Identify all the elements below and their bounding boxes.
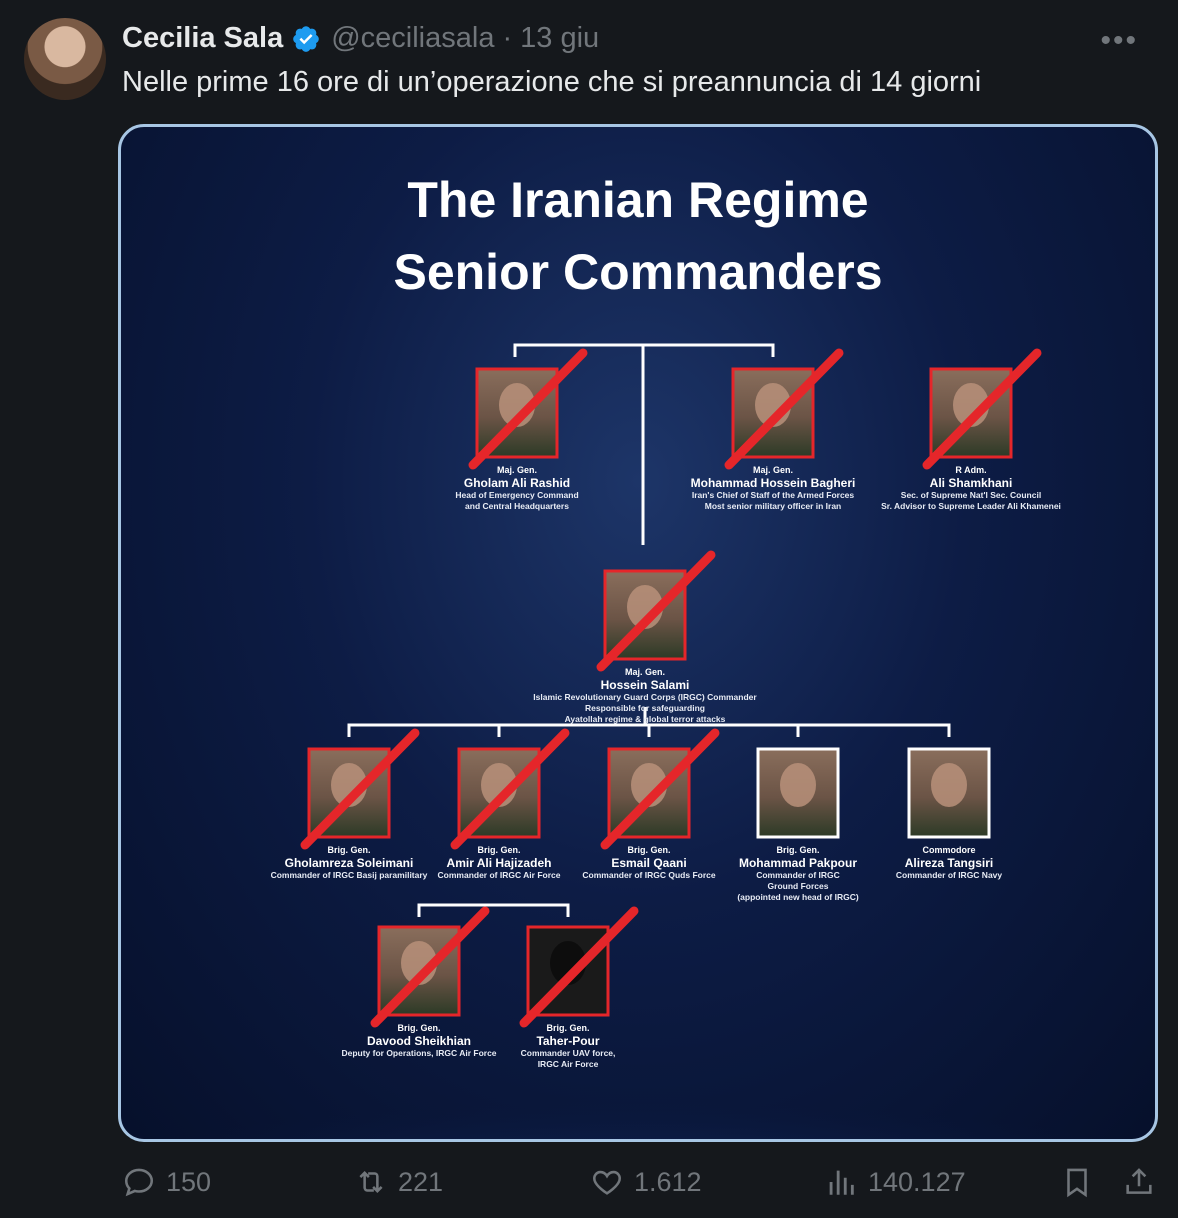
like-count: 1.612 <box>634 1166 702 1197</box>
commander-node: Brig. Gen.Gholamreza SoleimaniCommander … <box>271 728 428 880</box>
verified-icon <box>293 25 320 52</box>
commander-node: Brig. Gen.Esmail QaaniCommander of IRGC … <box>582 728 720 880</box>
reply-count: 150 <box>166 1166 212 1197</box>
commander-name: Mohammad Hossein Bagheri <box>691 476 856 490</box>
like-button[interactable]: 1.612 <box>590 1165 702 1199</box>
commander-name: Gholam Ali Rashid <box>464 476 570 490</box>
reply-button[interactable]: 150 <box>122 1165 211 1199</box>
commander-description: Islamic Revolutionary Guard Corps (IRGC)… <box>533 692 757 702</box>
tweet-date[interactable]: 13 giu <box>520 22 599 55</box>
commander-description: Commander UAV force, <box>521 1048 616 1058</box>
commander-name: Mohammad Pakpour <box>739 856 857 870</box>
commander-description: and Central Headquarters <box>465 501 569 511</box>
commander-rank: Maj. Gen. <box>753 465 793 475</box>
like-icon <box>593 1170 621 1195</box>
tweet-header: Cecilia Sala @ceciliasala · 13 giu <box>122 22 599 55</box>
bookmark-button[interactable] <box>1060 1165 1104 1199</box>
avatar[interactable] <box>24 18 106 100</box>
commander-node: Maj. Gen.Mohammad Hossein BagheriIran's … <box>691 348 856 511</box>
commander-node: Brig. Gen.Amir Ali HajizadehCommander of… <box>438 728 570 880</box>
commander-name: Davood Sheikhian <box>367 1034 471 1048</box>
views-count: 140.127 <box>868 1166 966 1197</box>
commander-node: Maj. Gen.Gholam Ali RashidHead of Emerge… <box>455 348 588 511</box>
chart-title-line1: The Iranian Regime <box>407 172 868 228</box>
commander-description: Commander of IRGC Navy <box>896 870 1003 880</box>
commander-description: Ground Forces <box>768 881 829 891</box>
commander-description: Sec. of Supreme Nat'l Sec. Council <box>901 490 1041 500</box>
photo-face <box>780 763 816 807</box>
photo-face <box>931 763 967 807</box>
commander-description: IRGC Air Force <box>538 1059 599 1069</box>
commander-name: Esmail Qaani <box>611 856 686 870</box>
commander-description: Commander of IRGC Quds Force <box>582 870 715 880</box>
commander-description: (appointed new head of IRGC) <box>737 892 859 902</box>
reply-icon <box>124 1168 154 1197</box>
tweet-actions: 150 221 1.612 140.127 <box>0 1165 1178 1209</box>
commander-description: Responsible for safeguarding <box>585 703 705 713</box>
views-button[interactable]: 140.127 <box>824 1165 966 1199</box>
commander-node: CommodoreAlireza TangsiriCommander of IR… <box>896 747 1003 880</box>
separator-dot: · <box>502 22 513 54</box>
commander-rank: Brig. Gen. <box>397 1023 440 1033</box>
commander-description: Commander of IRGC Basij paramilitary <box>271 870 428 880</box>
author-name[interactable]: Cecilia Sala <box>122 22 283 55</box>
author-handle[interactable]: @ceciliasala <box>331 22 494 55</box>
more-icon[interactable]: ••• <box>1100 24 1138 58</box>
commander-rank: Brig. Gen. <box>546 1023 589 1033</box>
commander-name: Gholamreza Soleimani <box>285 856 414 870</box>
commander-description: Most senior military officer in Iran <box>705 501 842 511</box>
commander-name: Ali Shamkhani <box>930 476 1013 490</box>
commander-name: Amir Ali Hajizadeh <box>447 856 552 870</box>
commander-description: Sr. Advisor to Supreme Leader Ali Khamen… <box>881 501 1061 511</box>
commander-nodes: Maj. Gen.Gholam Ali RashidHead of Emerge… <box>271 348 1061 1069</box>
commander-rank: Maj. Gen. <box>625 667 665 677</box>
commander-rank: Brig. Gen. <box>327 845 370 855</box>
commander-rank: Commodore <box>922 845 975 855</box>
commander-node: Maj. Gen.Hossein SalamiIslamic Revolutio… <box>533 550 757 724</box>
chart-title-line2: Senior Commanders <box>393 244 882 300</box>
repost-icon <box>359 1170 383 1194</box>
commander-description: Ayatollah regime & global terror attacks <box>565 714 726 724</box>
commander-description: Deputy for Operations, IRGC Air Force <box>341 1048 496 1058</box>
commander-description: Commander of IRGC <box>756 870 840 880</box>
share-icon <box>1126 1168 1152 1194</box>
commander-description: Commander of IRGC Air Force <box>438 870 561 880</box>
views-icon <box>829 1170 854 1195</box>
repost-button[interactable]: 221 <box>354 1165 443 1199</box>
commander-name: Alireza Tangsiri <box>905 856 993 870</box>
tweet-text: Nelle prime 16 ore di un’operazione che … <box>122 66 982 98</box>
repost-count: 221 <box>398 1166 444 1197</box>
floor-glow <box>121 997 1155 1139</box>
commander-rank: Brig. Gen. <box>477 845 520 855</box>
commander-rank: R Adm. <box>955 465 986 475</box>
commander-rank: Brig. Gen. <box>776 845 819 855</box>
org-chart: The Iranian Regime Senior Commanders Maj… <box>121 172 1155 1139</box>
commander-rank: Maj. Gen. <box>497 465 537 475</box>
commander-description: Head of Emergency Command <box>455 490 578 500</box>
commander-description: Iran's Chief of Staff of the Armed Force… <box>692 490 855 500</box>
commander-node: R Adm.Ali ShamkhaniSec. of Supreme Nat'l… <box>881 348 1061 511</box>
share-button[interactable] <box>1122 1165 1166 1199</box>
connector-line <box>417 903 570 917</box>
commander-name: Hossein Salami <box>601 678 690 692</box>
commander-rank: Brig. Gen. <box>627 845 670 855</box>
commander-name: Taher-Pour <box>536 1034 599 1048</box>
bookmark-icon <box>1067 1168 1087 1198</box>
tweet-media-image[interactable]: The Iranian Regime Senior Commanders Maj… <box>118 124 1158 1142</box>
commander-node: Brig. Gen.Mohammad PakpourCommander of I… <box>737 747 859 902</box>
